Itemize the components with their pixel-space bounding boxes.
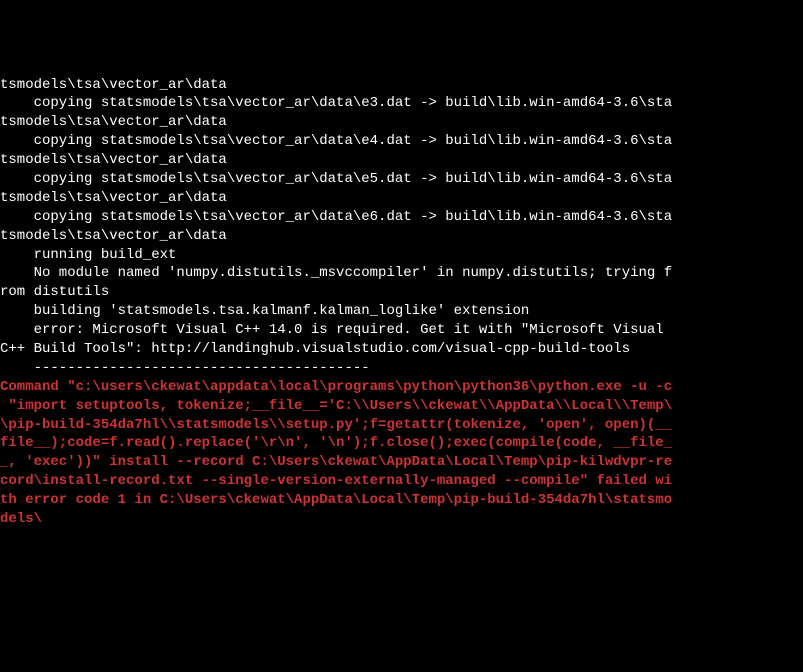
terminal-line: running build_ext xyxy=(0,246,803,265)
terminal-output: tsmodels\tsa\vector_ar\data copying stat… xyxy=(0,76,803,578)
terminal-error-line: \pip-build-354da7hl\\statsmodels\\setup.… xyxy=(0,416,803,435)
terminal-error-line: "import setuptools, tokenize;__file__='C… xyxy=(0,397,803,416)
terminal-line: copying statsmodels\tsa\vector_ar\data\e… xyxy=(0,132,803,151)
terminal-line: building 'statsmodels.tsa.kalmanf.kalman… xyxy=(0,302,803,321)
terminal-line: tsmodels\tsa\vector_ar\data xyxy=(0,76,803,95)
terminal-error-line: _, 'exec'))" install --record C:\Users\c… xyxy=(0,453,803,472)
terminal-line: copying statsmodels\tsa\vector_ar\data\e… xyxy=(0,208,803,227)
terminal-line: ---------------------------------------- xyxy=(0,359,803,378)
terminal-line: copying statsmodels\tsa\vector_ar\data\e… xyxy=(0,94,803,113)
terminal-error-line: dels\ xyxy=(0,510,803,529)
terminal-error-line: file__);code=f.read().replace('\r\n', '\… xyxy=(0,434,803,453)
terminal-error-line: Command "c:\users\ckewat\appdata\local\p… xyxy=(0,378,803,397)
terminal-line: error: Microsoft Visual C++ 14.0 is requ… xyxy=(0,321,803,340)
terminal-error-line: cord\install-record.txt --single-version… xyxy=(0,472,803,491)
terminal-line: No module named 'numpy.distutils._msvcco… xyxy=(0,264,803,283)
terminal-line: rom distutils xyxy=(0,283,803,302)
terminal-line: copying statsmodels\tsa\vector_ar\data\e… xyxy=(0,170,803,189)
terminal-line: tsmodels\tsa\vector_ar\data xyxy=(0,113,803,132)
terminal-line: tsmodels\tsa\vector_ar\data xyxy=(0,151,803,170)
terminal-error-line: th error code 1 in C:\Users\ckewat\AppDa… xyxy=(0,491,803,510)
terminal-line: tsmodels\tsa\vector_ar\data xyxy=(0,189,803,208)
terminal-line: tsmodels\tsa\vector_ar\data xyxy=(0,227,803,246)
terminal-line: C++ Build Tools": http://landinghub.visu… xyxy=(0,340,803,359)
